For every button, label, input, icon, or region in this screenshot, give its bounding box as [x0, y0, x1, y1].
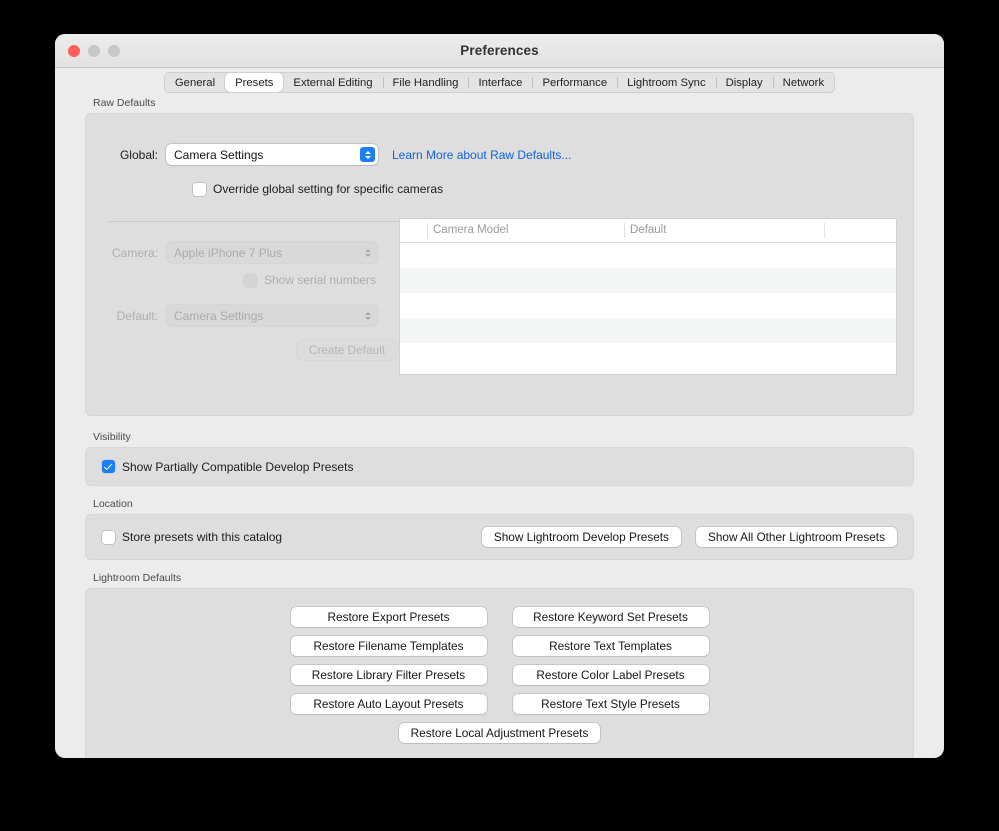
- restore-button-row: Restore Auto Layout Presets Restore Text…: [290, 694, 709, 714]
- lightroom-defaults-group-label: Lightroom Defaults: [93, 572, 182, 584]
- tab-external-editing[interactable]: External Editing: [283, 73, 382, 92]
- show-lightroom-develop-presets-button[interactable]: Show Lightroom Develop Presets: [481, 527, 681, 547]
- table-row[interactable]: [400, 243, 896, 268]
- show-partially-compatible-row[interactable]: Show Partially Compatible Develop Preset…: [102, 460, 353, 474]
- window-title: Preferences: [460, 43, 539, 58]
- global-preset-value: Camera Settings: [174, 147, 264, 162]
- tab-network[interactable]: Network: [772, 73, 834, 92]
- table-row[interactable]: [400, 268, 896, 293]
- create-default-row: Create Default: [86, 340, 397, 360]
- restore-button-row: Restore Export Presets Restore Keyword S…: [290, 607, 709, 627]
- restore-buttons-grid: Restore Export Presets Restore Keyword S…: [86, 607, 913, 743]
- override-global-setting-label: Override global setting for specific cam…: [213, 182, 444, 196]
- chevron-up-down-icon: [360, 308, 375, 323]
- preferences-window: Preferences General Presets External Edi…: [55, 34, 944, 758]
- preferences-tabbar: General Presets External Editing File Ha…: [55, 68, 944, 97]
- restore-export-presets-button[interactable]: Restore Export Presets: [290, 607, 487, 627]
- learn-more-raw-defaults-link[interactable]: Learn More about Raw Defaults...: [392, 148, 571, 162]
- restore-text-templates-button[interactable]: Restore Text Templates: [512, 636, 709, 656]
- store-presets-with-catalog-label: Store presets with this catalog: [122, 530, 283, 544]
- window-titlebar: Preferences: [55, 34, 944, 68]
- location-group-label: Location: [93, 498, 133, 510]
- camera-model-dropdown[interactable]: Apple iPhone 7 Plus: [166, 242, 378, 263]
- restore-keyword-set-presets-button[interactable]: Restore Keyword Set Presets: [512, 607, 709, 627]
- restore-filename-templates-button[interactable]: Restore Filename Templates: [290, 636, 487, 656]
- tab-general[interactable]: General: [165, 73, 225, 92]
- store-presets-with-catalog-row[interactable]: Store presets with this catalog: [102, 530, 282, 544]
- column-divider[interactable]: [824, 223, 825, 238]
- restore-auto-layout-presets-button[interactable]: Restore Auto Layout Presets: [290, 694, 487, 714]
- preferences-content: Raw Defaults Global: Camera Settings Lea…: [55, 97, 944, 758]
- table-row[interactable]: [400, 318, 896, 343]
- tab-file-handling[interactable]: File Handling: [382, 73, 469, 92]
- show-serial-numbers-checkbox[interactable]: [244, 273, 257, 287]
- show-partially-compatible-label: Show Partially Compatible Develop Preset…: [122, 459, 354, 474]
- show-all-other-lightroom-presets-button[interactable]: Show All Other Lightroom Presets: [695, 527, 897, 547]
- tab-lightroom-sync[interactable]: Lightroom Sync: [617, 73, 716, 92]
- camera-defaults-table[interactable]: Camera Model Default: [399, 218, 897, 375]
- restore-button-row: Restore Filename Templates Restore Text …: [290, 636, 709, 656]
- visibility-panel: Show Partially Compatible Develop Preset…: [85, 447, 914, 486]
- table-row[interactable]: [400, 293, 896, 318]
- restore-color-label-presets-button[interactable]: Restore Color Label Presets: [512, 665, 709, 685]
- restore-button-row: Restore Local Adjustment Presets: [398, 723, 601, 743]
- lightroom-defaults-panel: Restore Export Presets Restore Keyword S…: [85, 588, 914, 758]
- show-partially-compatible-checkbox[interactable]: [102, 460, 115, 473]
- create-default-button[interactable]: Create Default: [296, 340, 397, 360]
- restore-library-filter-presets-button[interactable]: Restore Library Filter Presets: [290, 665, 487, 685]
- default-label: Default:: [116, 308, 158, 323]
- global-label: Global:: [119, 147, 158, 162]
- column-divider[interactable]: [624, 223, 625, 238]
- tab-performance[interactable]: Performance: [532, 73, 617, 92]
- restore-local-adjustment-presets-button[interactable]: Restore Local Adjustment Presets: [398, 723, 601, 743]
- tab-interface[interactable]: Interface: [468, 73, 532, 92]
- tab-segmented-control: General Presets External Editing File Ha…: [163, 72, 836, 93]
- chevron-up-down-icon: [360, 147, 375, 162]
- chevron-up-down-icon: [360, 245, 375, 260]
- camera-label: Camera:: [111, 245, 158, 260]
- default-preset-value: Camera Settings: [174, 308, 264, 323]
- restore-button-row: Restore Library Filter Presets Restore C…: [290, 665, 709, 685]
- location-buttons: Show Lightroom Develop Presets Show All …: [481, 527, 897, 547]
- table-row[interactable]: [400, 343, 896, 368]
- global-preset-dropdown[interactable]: Camera Settings: [166, 144, 378, 165]
- global-row: Global: Camera Settings Learn More about…: [86, 144, 913, 165]
- show-serial-numbers-label: Show serial numbers: [264, 273, 377, 287]
- column-header-default[interactable]: Default: [630, 224, 666, 236]
- column-header-camera-model[interactable]: Camera Model: [433, 224, 508, 236]
- visibility-group-label: Visibility: [93, 431, 131, 443]
- override-global-setting-checkbox[interactable]: [193, 182, 206, 196]
- location-panel: Store presets with this catalog Show Lig…: [85, 514, 914, 560]
- default-preset-dropdown[interactable]: Camera Settings: [166, 305, 378, 326]
- camera-model-value: Apple iPhone 7 Plus: [174, 245, 283, 260]
- tab-presets[interactable]: Presets: [225, 73, 284, 92]
- table-header-row: Camera Model Default: [400, 219, 896, 243]
- override-global-setting-row[interactable]: Override global setting for specific cam…: [193, 182, 443, 196]
- tab-display[interactable]: Display: [715, 73, 773, 92]
- raw-defaults-group-label: Raw Defaults: [93, 97, 156, 109]
- raw-defaults-panel: Global: Camera Settings Learn More about…: [85, 113, 914, 416]
- restore-text-style-presets-button[interactable]: Restore Text Style Presets: [512, 694, 709, 714]
- store-presets-with-catalog-checkbox[interactable]: [102, 530, 115, 544]
- column-divider[interactable]: [427, 223, 428, 238]
